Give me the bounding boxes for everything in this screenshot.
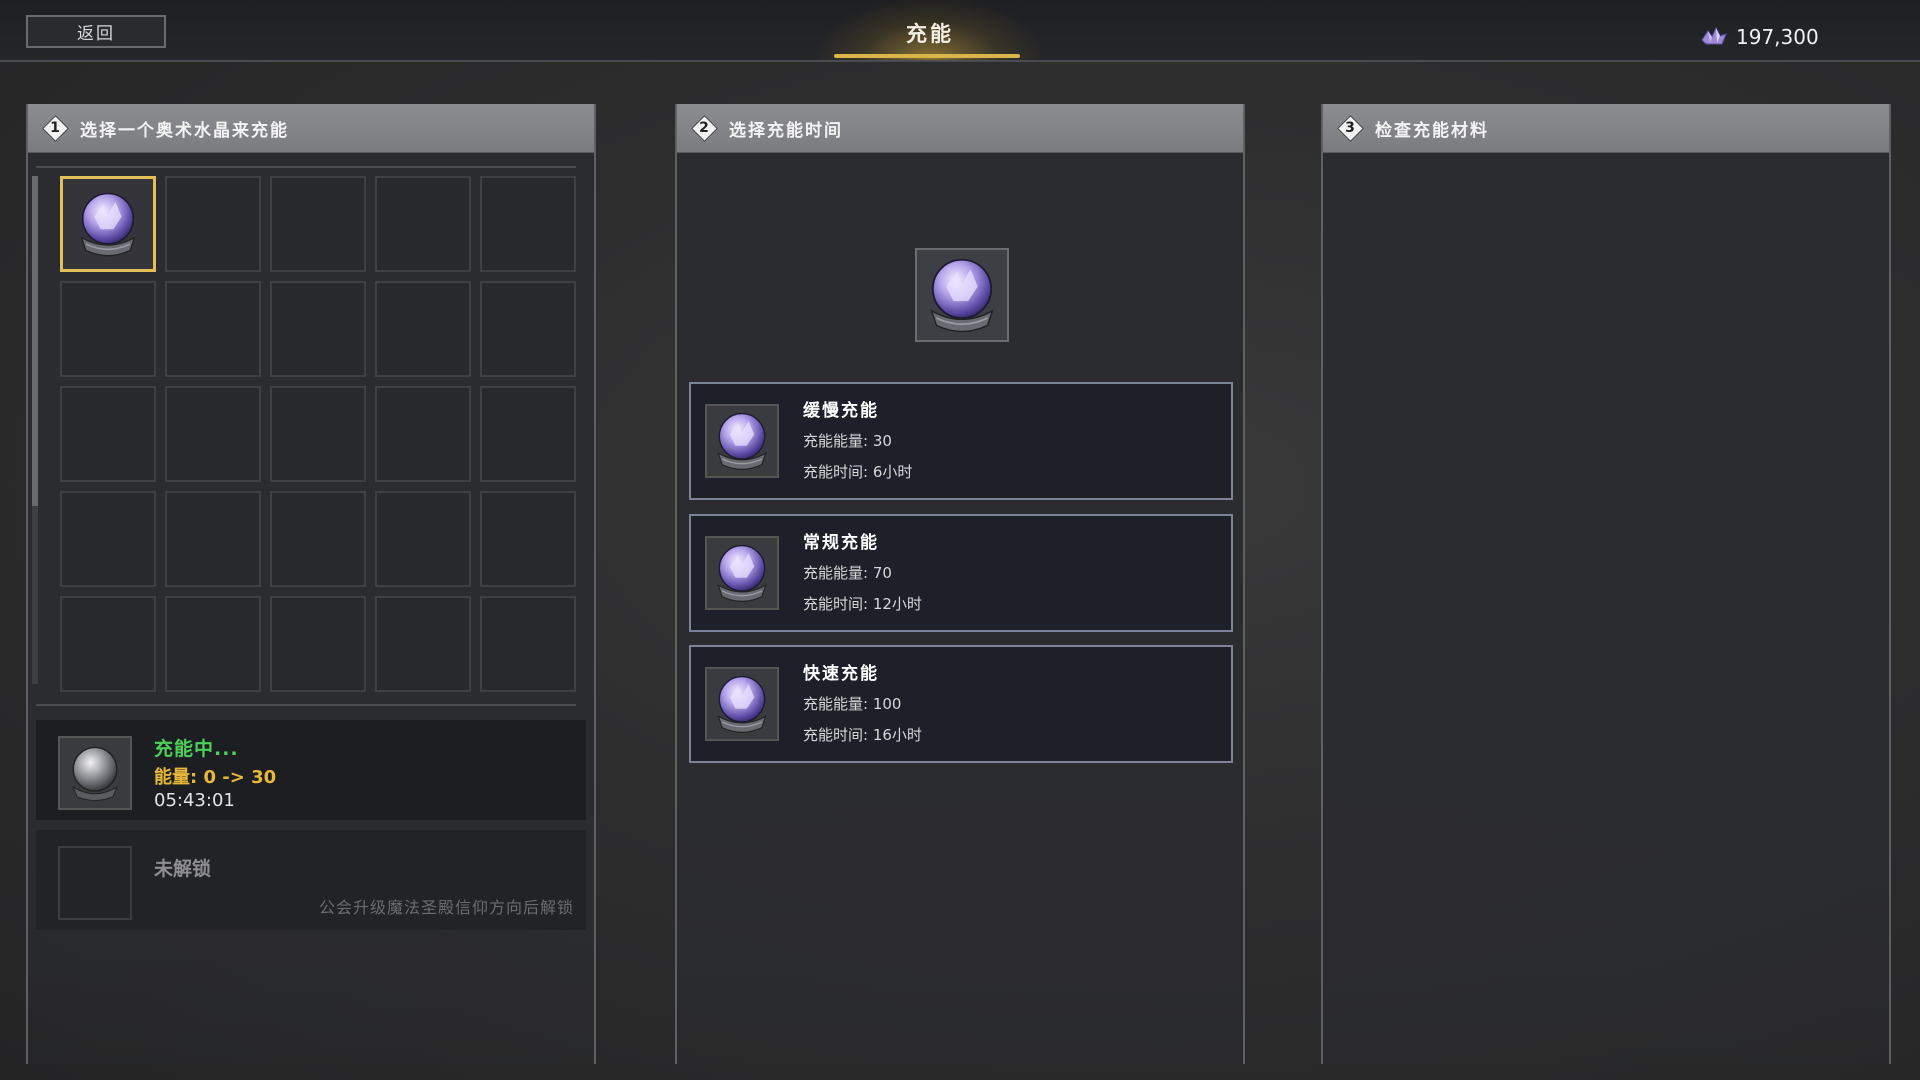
crystal-shard-icon: [1701, 26, 1727, 45]
panel-title: 选择一个奥术水晶来充能: [80, 120, 289, 141]
option-name: 快速充能: [803, 664, 879, 684]
locked-description: 公会升级魔法圣殿信仰方向后解锁: [318, 898, 574, 917]
panel-title: 选择充能时间: [729, 120, 843, 141]
option-energy: 充能能量: 100: [803, 695, 902, 713]
arcane-crystal-orb-icon: [707, 406, 777, 476]
crystal-slot-empty[interactable]: [60, 386, 156, 482]
crystal-slot-empty[interactable]: [480, 491, 576, 587]
charging-energy: 能量: 0 -> 30: [154, 767, 277, 788]
currency-display: 197,300: [1700, 22, 1819, 52]
back-button[interactable]: 返回: [26, 15, 166, 48]
locked-slot-card: 未解锁 公会升级魔法圣殿信仰方向后解锁: [36, 830, 586, 930]
arcane-crystal-orb-icon: [707, 538, 777, 608]
crystal-inventory-grid: [60, 176, 576, 692]
crystal-select-panel: 1 选择一个奥术水晶来充能 充能中... 能量: 0 -> 30 05:43:0…: [26, 104, 596, 1064]
empty-thumbnail: [58, 846, 132, 920]
divider: [36, 704, 576, 706]
panel-header: 1 选择一个奥术水晶来充能: [28, 104, 594, 153]
crystal-slot-empty[interactable]: [375, 281, 471, 377]
divider: [36, 166, 576, 168]
crystal-slot-empty[interactable]: [165, 281, 261, 377]
crystal-slot-empty[interactable]: [270, 596, 366, 692]
clear-crystal-orb-icon: [72, 746, 118, 801]
option-time: 充能时间: 12小时: [803, 595, 922, 613]
crystal-slot-empty[interactable]: [270, 281, 366, 377]
option-energy: 充能能量: 30: [803, 432, 892, 450]
crystal-slot-empty[interactable]: [480, 281, 576, 377]
selected-crystal-preview: [915, 248, 1009, 342]
crystal-slot-empty[interactable]: [165, 491, 261, 587]
crystal-thumbnail: [705, 536, 779, 610]
charging-slot-card[interactable]: 充能中... 能量: 0 -> 30 05:43:01: [36, 720, 586, 820]
crystal-thumbnail: [705, 667, 779, 741]
option-name: 常规充能: [803, 533, 879, 553]
option-name: 缓慢充能: [803, 401, 879, 421]
crystal-slot-empty[interactable]: [165, 596, 261, 692]
crystal-slot-empty[interactable]: [60, 281, 156, 377]
crystal-slot-empty[interactable]: [480, 386, 576, 482]
page-title: 充能: [906, 22, 954, 46]
crystal-slot-empty[interactable]: [60, 491, 156, 587]
charging-timer: 05:43:01: [154, 790, 235, 811]
locked-title: 未解锁: [154, 858, 212, 880]
crystal-slot-empty[interactable]: [375, 176, 471, 272]
step-badge-icon: 2: [690, 114, 718, 142]
crystal-slot-empty[interactable]: [270, 491, 366, 587]
panel-title: 检查充能材料: [1375, 120, 1489, 141]
option-time: 充能时间: 16小时: [803, 726, 922, 744]
charge-option-2[interactable]: 常规充能充能能量: 70 充能时间: 12小时: [689, 514, 1233, 632]
currency-value: 197,300: [1736, 25, 1819, 49]
crystal-slot-empty[interactable]: [375, 491, 471, 587]
step-badge-icon: 3: [1336, 114, 1364, 142]
title-underline: [834, 54, 1020, 58]
option-energy: 充能能量: 70: [803, 564, 892, 582]
crystal-slot-empty[interactable]: [165, 176, 261, 272]
page-title-tab: 充能: [820, 0, 1040, 64]
crystal-thumbnail: [705, 404, 779, 478]
crystal-slot-empty[interactable]: [375, 596, 471, 692]
crystal-slot-empty[interactable]: [165, 386, 261, 482]
arcane-crystal-orb-icon: [707, 669, 777, 739]
crystal-slot-empty[interactable]: [270, 176, 366, 272]
crystal-slot-selected[interactable]: [60, 176, 156, 272]
check-materials-panel: 3 检查充能材料: [1321, 104, 1891, 1064]
crystal-thumbnail: [58, 736, 132, 810]
charge-option-3[interactable]: 快速充能充能能量: 100 充能时间: 16小时: [689, 645, 1233, 763]
crystal-slot-empty[interactable]: [480, 596, 576, 692]
crystal-slot-empty[interactable]: [480, 176, 576, 272]
scrollbar-thumb[interactable]: [32, 176, 38, 506]
crystal-slot-empty[interactable]: [375, 386, 471, 482]
panel-header: 2 选择充能时间: [677, 104, 1243, 153]
crystal-slot-empty[interactable]: [270, 386, 366, 482]
step-badge-icon: 1: [41, 114, 69, 142]
top-bar: 返回 充能 197,300: [0, 0, 1920, 62]
panel-header: 3 检查充能材料: [1323, 104, 1889, 153]
charging-status: 充能中...: [154, 738, 239, 760]
arcane-crystal-orb-icon: [917, 250, 1007, 340]
charge-option-1[interactable]: 缓慢充能充能能量: 30 充能时间: 6小时: [689, 382, 1233, 500]
arcane-crystal-orb-icon: [69, 185, 147, 263]
charge-time-panel: 2 选择充能时间 缓慢充能 充能能量: 30 充能时间: 6小时 常规充能 充能能量: …: [675, 104, 1245, 1064]
option-time: 充能时间: 6小时: [803, 463, 913, 481]
crystal-slot-empty[interactable]: [60, 596, 156, 692]
